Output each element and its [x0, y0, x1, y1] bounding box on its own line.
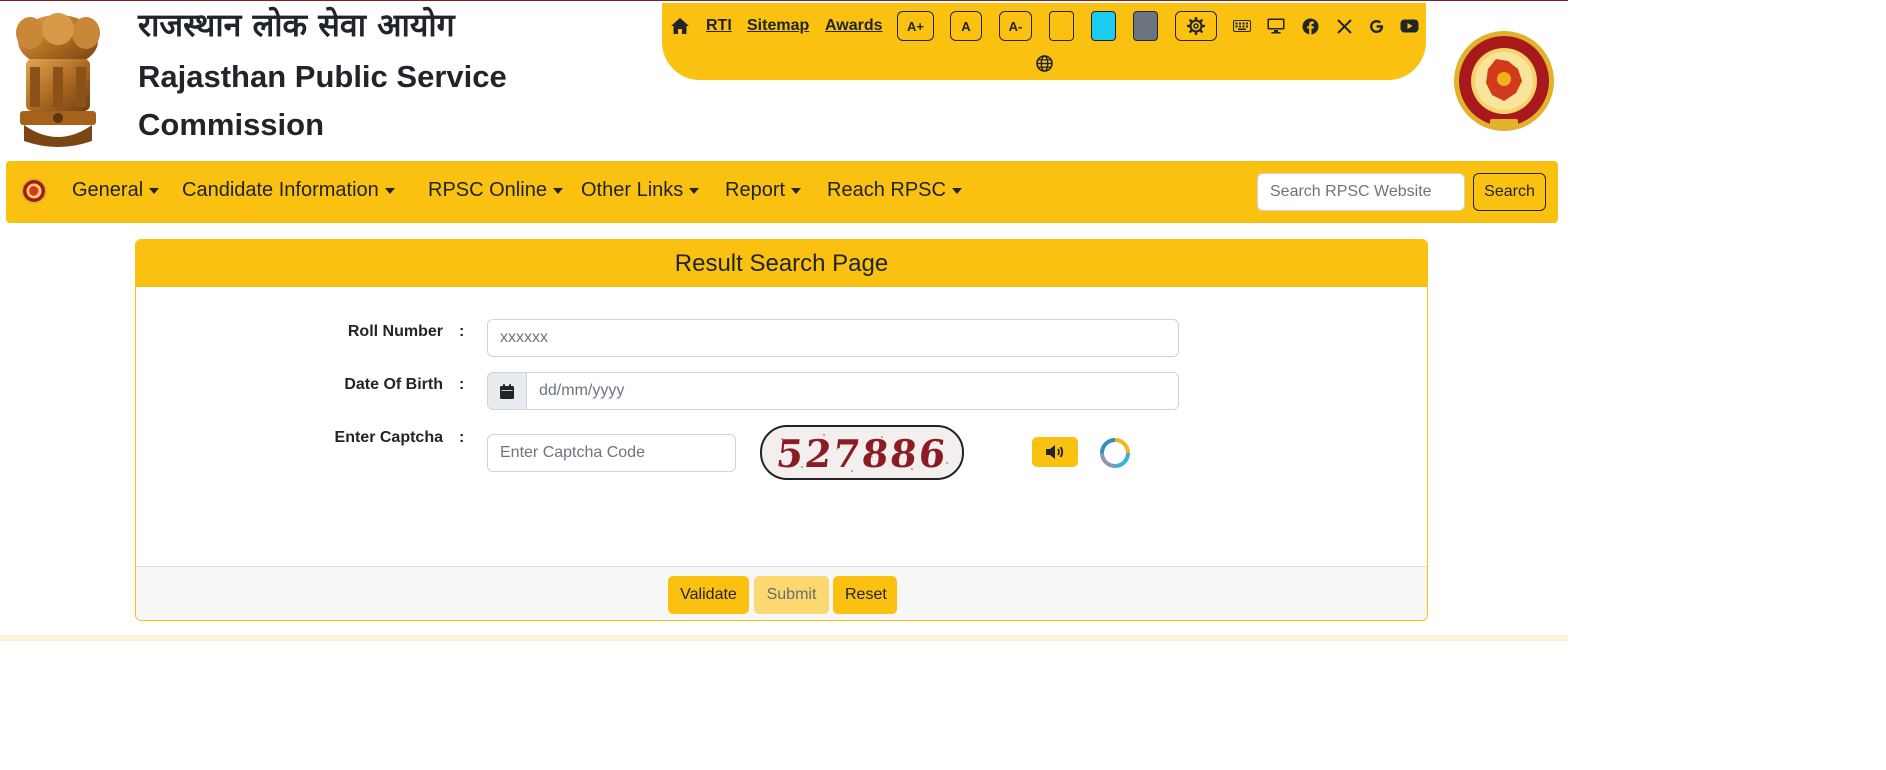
monitor-icon[interactable]: [1266, 11, 1286, 41]
site-title-english: Rajasthan Public Service Commission: [138, 59, 507, 142]
site-title-hindi: राजस्थान लोक सेवा आयोग: [138, 6, 455, 44]
roll-number-label: Roll Number: [347, 323, 443, 340]
calendar-icon[interactable]: [488, 373, 527, 409]
site-search-button[interactable]: Search: [1473, 173, 1546, 211]
submit-button[interactable]: Submit: [754, 576, 829, 614]
font-normal-button[interactable]: A: [950, 11, 982, 41]
site-search-input[interactable]: [1257, 173, 1465, 211]
caret-down-icon: [552, 187, 563, 194]
accessibility-toolbar: RTI Sitemap Awards A+ A A-: [662, 3, 1426, 80]
caret-down-icon: [791, 187, 802, 194]
result-search-card: Result Search Page Roll Number : Date Of…: [135, 239, 1428, 621]
sitemap-link[interactable]: Sitemap: [747, 11, 809, 41]
caret-down-icon: [689, 187, 700, 194]
gear-icon[interactable]: [1175, 11, 1217, 41]
awards-link[interactable]: Awards: [825, 11, 883, 41]
card-footer: Validate Submit Reset: [136, 566, 1427, 620]
facebook-icon[interactable]: [1300, 11, 1320, 41]
card-title: Result Search Page: [136, 240, 1427, 287]
roll-number-colon: :: [459, 323, 465, 340]
youtube-icon[interactable]: [1398, 11, 1420, 41]
nav-report-label: Report: [725, 179, 786, 201]
nav-reach-rpsc-label: Reach RPSC: [827, 179, 946, 201]
captcha-colon: :: [459, 429, 465, 446]
reset-button[interactable]: Reset: [833, 576, 897, 614]
refresh-captcha-icon[interactable]: [1099, 437, 1131, 469]
caret-down-icon: [384, 187, 395, 194]
main-navbar: General Candidate Information RPSC Onlin…: [6, 161, 1558, 223]
caret-down-icon: [951, 187, 962, 194]
speaker-icon: [1046, 445, 1064, 459]
google-icon[interactable]: [1366, 11, 1386, 41]
theme-cyan-swatch[interactable]: [1091, 11, 1116, 41]
nav-reach-rpsc[interactable]: Reach RPSC: [827, 179, 962, 202]
nav-other-links[interactable]: Other Links: [581, 179, 700, 202]
nav-report[interactable]: Report: [725, 179, 802, 202]
globe-icon[interactable]: [1035, 53, 1053, 73]
date-of-birth-input[interactable]: [527, 373, 1178, 409]
home-icon[interactable]: [668, 11, 692, 41]
footer-strip: [0, 635, 1568, 641]
nav-candidate-information-label: Candidate Information: [182, 179, 379, 201]
keyboard-icon[interactable]: [1232, 11, 1252, 41]
caret-down-icon: [149, 187, 160, 194]
captcha-code-text: 527886: [774, 431, 950, 476]
date-of-birth-colon: :: [459, 376, 465, 393]
validate-button[interactable]: Validate: [668, 576, 749, 614]
national-emblem-logo: [16, 13, 100, 147]
rpsc-seal-logo: [1454, 31, 1554, 131]
nav-general[interactable]: General: [72, 179, 160, 202]
x-icon[interactable]: [1334, 11, 1354, 41]
font-increase-button[interactable]: A+: [897, 11, 934, 41]
captcha-input[interactable]: [487, 434, 736, 472]
nav-general-label: General: [72, 179, 144, 201]
rti-link[interactable]: RTI: [706, 11, 732, 41]
nav-candidate-information[interactable]: Candidate Information: [182, 179, 395, 202]
navbar-logo[interactable]: [20, 177, 48, 205]
date-of-birth-label: Date Of Birth: [344, 376, 443, 393]
captcha-audio-button[interactable]: [1032, 437, 1078, 467]
captcha-label: Enter Captcha: [334, 429, 443, 446]
captcha-image: 527886: [760, 425, 964, 480]
nav-rpsc-online-label: RPSC Online: [428, 179, 547, 201]
nav-rpsc-online[interactable]: RPSC Online: [428, 179, 563, 202]
date-of-birth-group: [487, 372, 1179, 410]
nav-other-links-label: Other Links: [581, 179, 684, 201]
font-decrease-button[interactable]: A-: [999, 11, 1032, 41]
theme-gray-swatch[interactable]: [1133, 11, 1158, 41]
roll-number-input[interactable]: [487, 319, 1179, 357]
theme-yellow-swatch[interactable]: [1049, 11, 1074, 41]
